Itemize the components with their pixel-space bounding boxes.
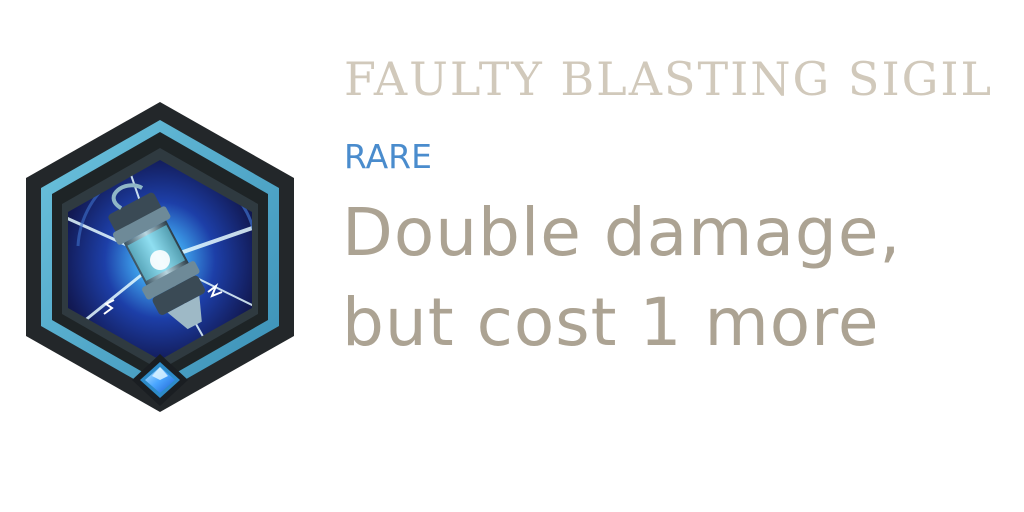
item-title: FAULTY BLASTING SIGIL (344, 52, 994, 106)
item-description: Double damage, but cost 1 more (342, 188, 1012, 368)
description-line: but cost 1 more (342, 284, 880, 361)
rarity-label: RARE (344, 137, 432, 176)
sigil-card: FAULTY BLASTING SIGIL RARE Double damage… (0, 0, 1024, 512)
description-line: Double damage, (342, 194, 902, 271)
sigil-icon (18, 96, 302, 416)
